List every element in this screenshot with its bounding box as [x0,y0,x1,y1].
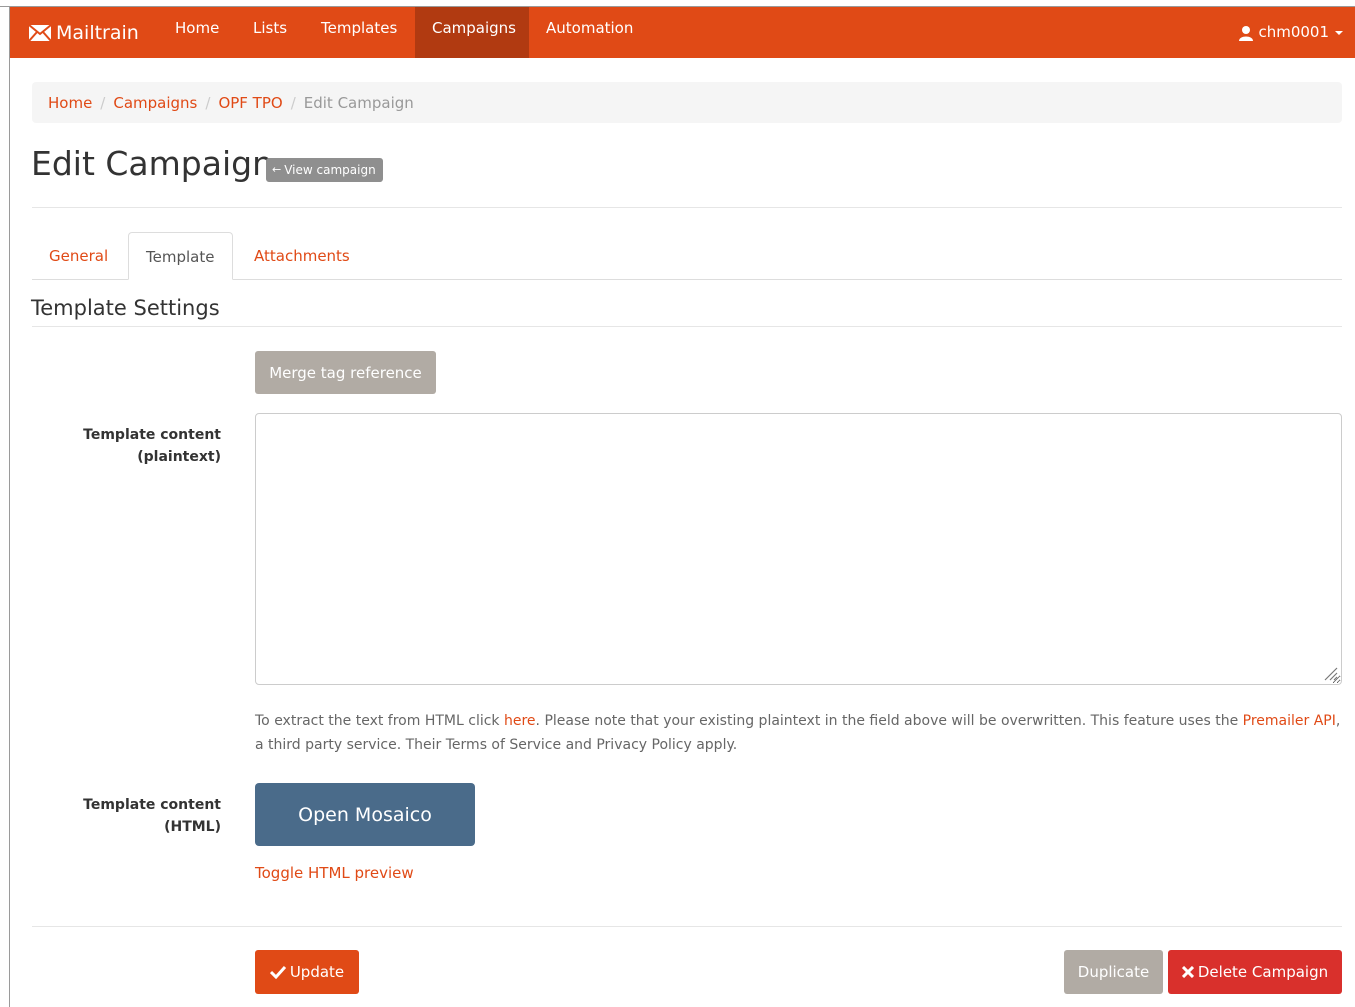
breadcrumb-campaigns[interactable]: Campaigns [113,94,197,112]
check-icon [269,965,286,979]
resize-handle-icon[interactable] [1322,665,1338,681]
top-navbar: Mailtrain Home Lists Templates Campaigns… [10,7,1355,58]
nav-item-campaigns[interactable]: Campaigns [415,7,529,58]
nav-item-home[interactable]: Home [158,7,236,58]
view-campaign-button[interactable]: ← View campaign [266,158,383,182]
caret-down-icon [1335,30,1343,35]
update-button[interactable]: Update [255,950,359,994]
help-text-part: . Please note that your existing plainte… [535,713,1243,729]
tab-template[interactable]: Template [128,232,233,280]
duplicate-button[interactable]: Duplicate [1064,950,1163,994]
plaintext-label-line2: (plaintext) [137,449,221,465]
user-name: chm0001 [1258,23,1329,41]
divider [32,926,1342,927]
page-title: Edit Campaign [31,144,274,183]
breadcrumb-campaign[interactable]: OPF TPO [218,94,282,112]
tab-attachments[interactable]: Attachments [237,232,367,280]
help-text-part: To extract the text from HTML click [255,713,504,729]
html-label: Template content (HTML) [83,794,221,838]
breadcrumb-separator: / [290,93,296,112]
tab-general[interactable]: General [32,232,125,280]
extract-help-text: To extract the text from HTML click here… [255,709,1345,757]
delete-campaign-label: Delete Campaign [1197,963,1329,981]
open-mosaico-button[interactable]: Open Mosaico [255,783,475,846]
premailer-api-link[interactable]: Premailer API [1243,713,1336,729]
extract-here-link[interactable]: here [504,713,536,729]
nav-item-lists[interactable]: Lists [236,7,304,58]
html-label-line2: (HTML) [164,819,221,835]
window-frame-left [0,7,10,1007]
plaintext-label: Template content (plaintext) [83,424,221,468]
brand-name: Mailtrain [56,21,139,44]
plaintext-textarea[interactable] [255,413,1342,685]
brand-link[interactable]: Mailtrain [29,7,139,58]
divider [32,207,1342,208]
plaintext-label-line1: Template content [83,427,221,443]
window-frame-top [0,0,1355,7]
arrow-left-icon: ← [272,163,282,176]
breadcrumb: Home / Campaigns / OPF TPO / Edit Campai… [32,82,1342,123]
close-icon [1181,966,1194,978]
breadcrumb-home[interactable]: Home [48,94,92,112]
delete-campaign-button[interactable]: Delete Campaign [1168,950,1342,994]
toggle-html-preview-link[interactable]: Toggle HTML preview [255,864,414,882]
section-title: Template Settings [31,296,220,320]
nav-item-templates[interactable]: Templates [304,7,414,58]
html-label-line1: Template content [83,797,221,813]
user-icon [1239,25,1254,41]
view-campaign-label: View campaign [284,163,376,177]
envelope-icon [29,24,51,41]
breadcrumb-separator: / [205,93,211,112]
nav-item-automation[interactable]: Automation [529,7,650,58]
breadcrumb-separator: / [100,93,106,112]
user-menu[interactable]: chm0001 [1238,7,1343,58]
breadcrumb-current: Edit Campaign [303,93,414,112]
merge-tag-reference-button[interactable]: Merge tag reference [255,351,436,394]
update-label: Update [289,963,345,981]
divider [32,326,1342,327]
